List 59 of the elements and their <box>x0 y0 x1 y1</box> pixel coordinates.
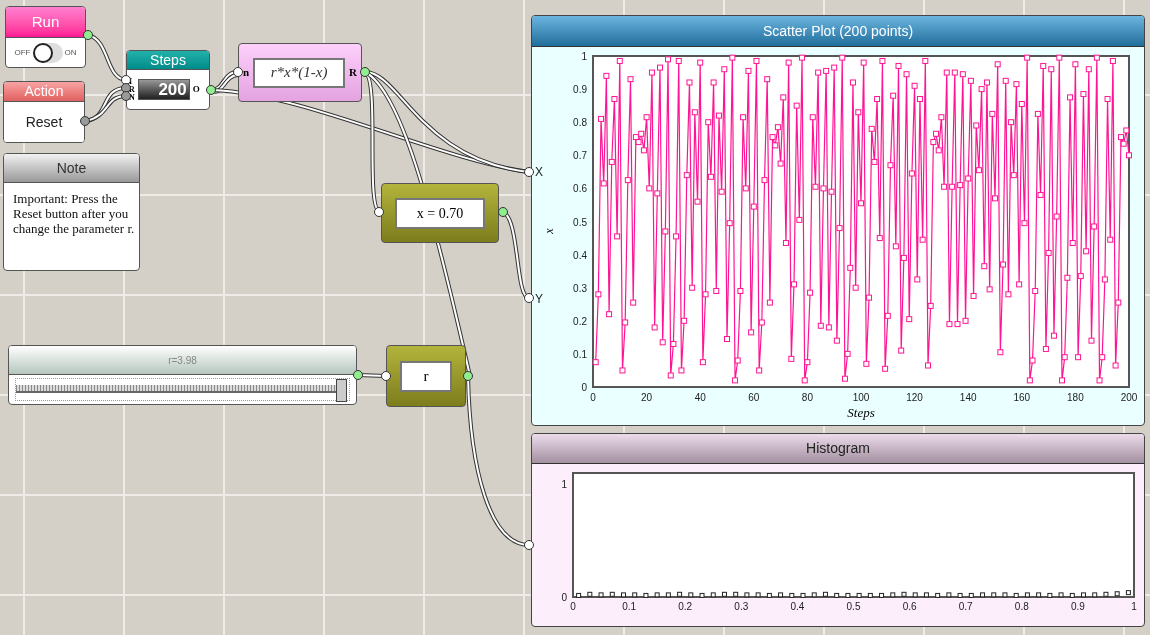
x-tick-label: 1 <box>1131 601 1137 612</box>
x-tick-label: 0.2 <box>678 601 693 612</box>
x-tick-label: 0 <box>570 601 576 612</box>
x-tick-label: 160 <box>1013 392 1031 403</box>
x-tick-label: 0.9 <box>1070 601 1085 612</box>
steps-display: 200 <box>137 79 190 100</box>
port-label: O <box>192 82 200 96</box>
y-tick-label: 0.2 <box>573 315 587 327</box>
x-tick-label: 180 <box>1067 392 1084 403</box>
x-tick-label: 60 <box>748 392 760 403</box>
x-tick-label: 140 <box>959 392 977 403</box>
x-tick-label: 0.6 <box>902 601 917 612</box>
x-tick-label: 0.3 <box>734 601 749 612</box>
x-tick-label: 100 <box>852 392 870 403</box>
y-tick-label: 0.8 <box>573 117 587 129</box>
x-tick-label: 0.8 <box>1014 601 1029 612</box>
x-tick-label: 0.5 <box>846 601 861 612</box>
on-label: ON <box>64 46 77 59</box>
y-tick-label: 1 <box>561 479 567 491</box>
x-tick-label: 0.7 <box>958 601 973 612</box>
x-tick-label: 40 <box>694 392 706 403</box>
port-label: Y <box>535 291 543 308</box>
x-tick-label: 0.4 <box>790 601 805 612</box>
y-tick-label: 0 <box>561 592 567 603</box>
y-tick-label: 0.9 <box>573 84 587 96</box>
x-tick-label: 0.1 <box>622 601 637 612</box>
panel-title: Scatter Plot (200 points) <box>532 16 1144 47</box>
port-label: I <box>129 77 134 86</box>
port-label: R <box>349 65 357 81</box>
y-tick-label: 0.3 <box>573 282 587 294</box>
x-tick-label: 120 <box>906 392 923 403</box>
port-label: R <box>129 85 135 94</box>
x-axis-label: Steps <box>847 405 875 420</box>
y-tick-label: 0 <box>581 382 587 393</box>
note-text: Important: Press the Reset button after you change the parameter r. <box>12 190 136 236</box>
node-title: Action <box>4 82 84 102</box>
x-tick-label: 20 <box>641 392 653 403</box>
node-title: Steps <box>127 51 209 70</box>
port-label: n <box>243 65 250 81</box>
value-display: r <box>400 360 452 392</box>
note-title: Note <box>4 154 139 183</box>
y-tick-label: 0.1 <box>573 348 587 360</box>
y-tick-label: 0.4 <box>573 249 587 261</box>
value-display: x = 0.70 <box>395 197 485 229</box>
port-label: N <box>129 93 135 102</box>
x-tick-label: 200 <box>1120 392 1138 403</box>
x-tick-label: 0 <box>590 392 596 403</box>
port-label: X <box>535 164 543 181</box>
slider-label: r=3.98 <box>9 346 356 375</box>
y-tick-label: 1 <box>581 51 587 62</box>
y-tick-label: 0.7 <box>573 150 587 162</box>
node-title: Run <box>6 7 85 38</box>
y-tick-label: 0.6 <box>573 183 587 195</box>
expression-field[interactable]: r*x*(1-x) <box>253 57 346 88</box>
panel-title: Histogram <box>532 434 1144 464</box>
y-axis-label: x <box>542 228 556 234</box>
y-tick-label: 0.5 <box>573 216 587 228</box>
off-label: OFF <box>14 46 31 59</box>
x-tick-label: 80 <box>801 392 813 403</box>
